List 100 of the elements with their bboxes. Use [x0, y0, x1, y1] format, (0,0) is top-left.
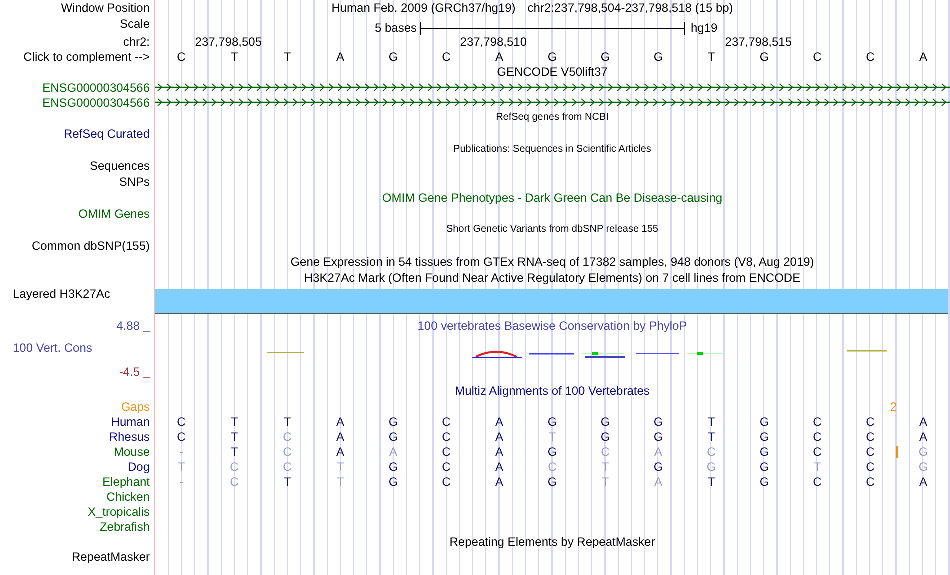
- aligned-base: A: [919, 414, 928, 428]
- aligned-base: G: [548, 414, 558, 428]
- aligned-base: G: [388, 430, 398, 444]
- complement-link[interactable]: Click to complement -->: [24, 50, 150, 64]
- aligned-base: C: [813, 444, 822, 458]
- base-letter[interactable]: G: [388, 50, 398, 64]
- base-letter[interactable]: A: [919, 50, 928, 64]
- aligned-base: G: [600, 414, 610, 428]
- aligned-base: A: [336, 414, 344, 428]
- position-label: 237,798,515: [725, 35, 792, 49]
- track-label[interactable]: RefSeq Curated: [64, 127, 150, 141]
- aligned-base: C: [177, 430, 186, 444]
- aligned-base: C: [442, 414, 451, 428]
- aligned-base: A: [654, 444, 662, 458]
- aligned-base: T: [602, 474, 610, 488]
- track-label[interactable]: Rhesus: [109, 430, 150, 444]
- track-label[interactable]: RepeatMasker: [72, 550, 150, 564]
- aligned-base: T: [336, 474, 344, 488]
- aligned-base: G: [706, 460, 716, 474]
- aligned-base: C: [442, 430, 451, 444]
- aligned-base: C: [866, 460, 875, 474]
- aligned-base: C: [813, 474, 822, 488]
- track-label[interactable]: 100 Vert. Cons: [13, 341, 92, 355]
- base-letter[interactable]: T: [284, 50, 292, 64]
- aligned-base: C: [283, 430, 292, 444]
- track-label[interactable]: Layered H3K27Ac: [13, 287, 110, 301]
- aligned-base: A: [654, 474, 662, 488]
- aligned-base: C: [442, 474, 451, 488]
- track-label[interactable]: ENSG00000304566: [42, 80, 150, 94]
- track-label[interactable]: Chicken: [106, 490, 150, 504]
- base-letter[interactable]: G: [600, 50, 610, 64]
- track-title: Multiz Alignments of 100 Vertebrates: [455, 384, 650, 398]
- aligned-base: A: [919, 430, 928, 444]
- track-label[interactable]: Mouse: [114, 444, 150, 458]
- aligned-base: C: [283, 444, 292, 458]
- track-title: Gene Expression in 54 tissues from GTEx RNA-seq of 17382 samples, 948 donors (V8, Aug 2019): [290, 255, 814, 269]
- aligned-base: C: [866, 414, 875, 428]
- aligned-base: G: [918, 444, 928, 458]
- track-label[interactable]: Zebrafish: [100, 520, 150, 534]
- aligned-base: G: [918, 460, 928, 474]
- aligned-base: T: [814, 460, 822, 474]
- track-title: GENCODE V50lift37: [497, 65, 608, 79]
- track-label[interactable]: SNPs: [119, 175, 150, 189]
- row-label: Scale: [120, 17, 150, 31]
- aligned-base: C: [866, 444, 875, 458]
- base-letter[interactable]: C: [813, 50, 822, 64]
- aligned-base: C: [230, 474, 239, 488]
- aligned-base: T: [178, 460, 186, 474]
- aligned-base: C: [283, 460, 292, 474]
- aligned-base: T: [284, 414, 292, 428]
- track-label[interactable]: OMIM Genes: [78, 207, 150, 221]
- aligned-base: T: [548, 430, 556, 444]
- track-label[interactable]: X_tropicalis: [88, 504, 150, 518]
- scale-length: 5 bases: [374, 21, 417, 35]
- base-letter[interactable]: A: [495, 50, 504, 64]
- base-letter[interactable]: G: [654, 50, 664, 64]
- base-letter[interactable]: C: [866, 50, 875, 64]
- aligned-base: A: [495, 430, 504, 444]
- aligned-base: G: [760, 444, 770, 458]
- aligned-base: G: [760, 414, 770, 428]
- axis-label: 4.88 _: [116, 319, 150, 333]
- aligned-base: A: [495, 414, 504, 428]
- aligned-base: C: [442, 460, 451, 474]
- aligned-base: A: [336, 444, 344, 458]
- track-title: Publications: Sequences in Scientific Articles: [454, 143, 652, 157]
- aligned-base: C: [707, 444, 716, 458]
- aligned-base: -: [180, 444, 184, 458]
- aligned-base: A: [336, 430, 344, 444]
- aligned-base: G: [388, 414, 398, 428]
- base-letter[interactable]: C: [442, 50, 451, 64]
- signal-bar[interactable]: [155, 289, 948, 314]
- track-label[interactable]: Common dbSNP(155): [32, 239, 150, 253]
- track-label[interactable]: Human: [111, 414, 150, 428]
- aligned-base: G: [654, 430, 664, 444]
- aligned-base: T: [230, 430, 238, 444]
- aligned-base: G: [388, 474, 398, 488]
- base-letter[interactable]: A: [336, 50, 344, 64]
- aligned-base: A: [389, 444, 398, 458]
- aligned-base: A: [495, 444, 504, 458]
- track-label[interactable]: Sequences: [90, 159, 150, 173]
- aligned-base: C: [601, 444, 610, 458]
- aligned-base: A: [495, 474, 504, 488]
- base-letter[interactable]: G: [760, 50, 770, 64]
- aligned-base: C: [813, 430, 822, 444]
- track-label[interactable]: Elephant: [102, 474, 150, 488]
- base-letter[interactable]: T: [708, 50, 716, 64]
- aligned-base: G: [760, 460, 770, 474]
- base-letter[interactable]: T: [230, 50, 238, 64]
- aligned-base: T: [230, 444, 238, 458]
- aligned-base: C: [230, 460, 239, 474]
- track-label[interactable]: Dog: [128, 460, 150, 474]
- track-title: RefSeq genes from NCBI: [496, 111, 609, 125]
- track-label[interactable]: ENSG00000304566: [42, 96, 150, 110]
- base-letter[interactable]: G: [548, 50, 558, 64]
- row-label: chr2:: [123, 35, 150, 49]
- aligned-base: G: [548, 474, 558, 488]
- aligned-base: G: [548, 444, 558, 458]
- base-letter[interactable]: C: [177, 50, 186, 64]
- aligned-base: C: [866, 474, 875, 488]
- aligned-base: G: [654, 460, 664, 474]
